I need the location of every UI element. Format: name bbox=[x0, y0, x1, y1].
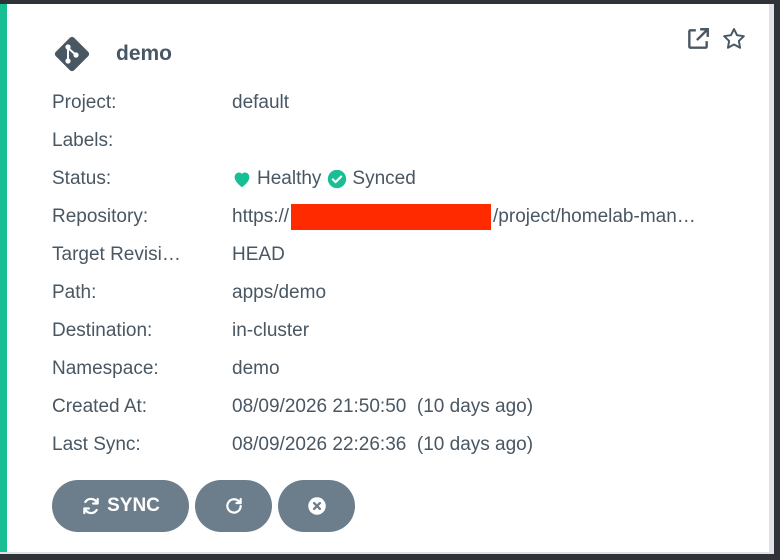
path-row: Path: apps/demo bbox=[52, 274, 696, 312]
refresh-icon bbox=[225, 497, 242, 514]
path-label: Path: bbox=[52, 282, 97, 303]
status-row: Status: Healthy Synced bbox=[52, 160, 696, 198]
status-label: Status: bbox=[52, 168, 112, 189]
app-title[interactable]: demo bbox=[116, 42, 172, 66]
repository-value[interactable]: https:// /project/homelab-man… bbox=[232, 204, 696, 230]
path-value: apps/demo bbox=[232, 282, 327, 303]
created-at-label: Created At: bbox=[52, 396, 148, 417]
namespace-value: demo bbox=[232, 358, 280, 379]
sync-status: Synced bbox=[327, 168, 416, 190]
repository-label: Repository: bbox=[52, 206, 149, 227]
redaction-block bbox=[291, 204, 492, 230]
repository-suffix: /project/homelab-man… bbox=[493, 206, 696, 227]
card-header: demo bbox=[52, 34, 172, 74]
created-at-value: 08/09/2026 21:50:50 (10 days ago) bbox=[232, 396, 534, 417]
labels-row: Labels: bbox=[52, 122, 696, 160]
close-circle-icon bbox=[307, 497, 326, 515]
external-link-icon[interactable] bbox=[685, 26, 711, 52]
labels-label: Labels: bbox=[52, 130, 114, 151]
card-actions bbox=[685, 26, 747, 52]
sync-icon bbox=[83, 497, 99, 515]
destination-row: Destination: in-cluster bbox=[52, 312, 696, 350]
health-status: Healthy bbox=[232, 168, 321, 190]
target-revision-value: HEAD bbox=[232, 244, 285, 265]
app-details: Project: default Labels: Status: Healthy bbox=[52, 84, 696, 464]
check-circle-icon bbox=[328, 169, 347, 189]
last-sync-value: 08/09/2026 22:26:36 (10 days ago) bbox=[232, 434, 534, 455]
namespace-row: Namespace: demo bbox=[52, 350, 696, 388]
last-sync-label: Last Sync: bbox=[52, 434, 141, 455]
repository-row: Repository: https:// /project/homelab-ma… bbox=[52, 198, 696, 236]
delete-button[interactable] bbox=[278, 480, 355, 532]
target-revision-row: Target Revisi… HEAD bbox=[52, 236, 696, 274]
git-icon bbox=[54, 36, 90, 72]
project-value: default bbox=[232, 92, 290, 113]
repository-prefix: https:// bbox=[232, 206, 290, 227]
project-row: Project: default bbox=[52, 84, 696, 122]
destination-label: Destination: bbox=[52, 320, 153, 341]
destination-value: in-cluster bbox=[232, 320, 310, 341]
action-buttons: SYNC bbox=[52, 480, 355, 532]
created-at-row: Created At: 08/09/2026 21:50:50 (10 days… bbox=[52, 388, 696, 426]
namespace-label: Namespace: bbox=[52, 358, 159, 379]
refresh-button[interactable] bbox=[195, 480, 272, 532]
heart-icon bbox=[234, 172, 250, 188]
sync-status-text: Synced bbox=[352, 168, 416, 189]
status-value: Healthy Synced bbox=[232, 168, 422, 190]
health-status-text: Healthy bbox=[257, 168, 322, 189]
sync-button[interactable]: SYNC bbox=[52, 480, 189, 532]
star-icon[interactable] bbox=[721, 26, 747, 52]
last-sync-row: Last Sync: 08/09/2026 22:26:36 (10 days … bbox=[52, 426, 696, 464]
sync-button-label: SYNC bbox=[107, 495, 160, 516]
application-card[interactable]: demo Project: default Labels: Status: He… bbox=[0, 4, 769, 552]
target-revision-label: Target Revisi… bbox=[52, 244, 181, 265]
project-label: Project: bbox=[52, 92, 117, 113]
